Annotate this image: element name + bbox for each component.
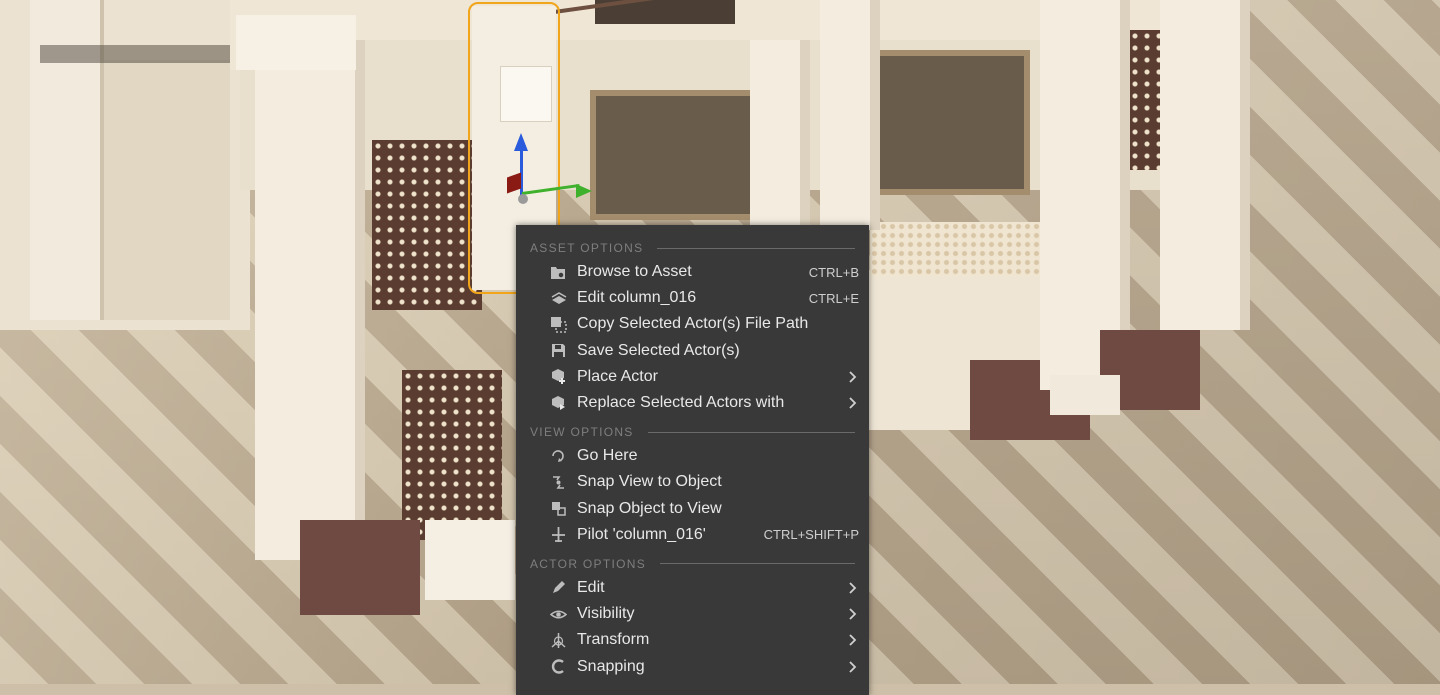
- menu-item-snap-object-to-view[interactable]: Snap Object to View: [516, 496, 869, 522]
- menu-item-label: Save Selected Actor(s): [577, 341, 740, 359]
- menu-item-shortcut: CTRL+B: [808, 264, 859, 280]
- menu-item-label: Edit column_016: [577, 289, 697, 307]
- building-window: [590, 90, 770, 220]
- menu-item-label: Visibility: [577, 605, 635, 623]
- go-here-icon: [549, 447, 567, 465]
- replace-actor-icon: [549, 394, 567, 412]
- menu-item-label: Replace Selected Actors with: [577, 394, 785, 412]
- pilot-icon: [549, 526, 567, 544]
- section-divider: [657, 247, 855, 249]
- menu-item-snap-view-to-object[interactable]: Snap View to Object: [516, 469, 869, 495]
- chevron-right-icon: [849, 397, 857, 409]
- menu-item-transform[interactable]: Transform: [516, 627, 869, 653]
- menu-item-label: Place Actor: [577, 367, 658, 385]
- lattice-band: [870, 222, 1040, 277]
- edit-mesh-icon: [549, 289, 567, 307]
- snap-view-icon: [549, 473, 567, 491]
- section-divider: [660, 563, 855, 565]
- menu-item-label: Go Here: [577, 447, 638, 465]
- menu-item-replace-selected[interactable]: Replace Selected Actors with: [516, 390, 869, 416]
- gizmo-center[interactable]: [518, 194, 528, 204]
- menu-item-label: Snap Object to View: [577, 499, 722, 517]
- pencil-icon: [549, 579, 567, 597]
- eye-icon: [549, 605, 567, 623]
- menu-item-pilot[interactable]: Pilot 'column_016' CTRL+SHIFT+P: [516, 522, 869, 548]
- menu-item-visibility[interactable]: Visibility: [516, 601, 869, 627]
- building-ledge: [40, 45, 240, 63]
- chevron-right-icon: [849, 608, 857, 620]
- section-asset-options: ASSET OPTIONS: [516, 237, 869, 259]
- menu-item-label: Snapping: [577, 657, 645, 675]
- menu-item-shortcut: CTRL+E: [808, 290, 859, 306]
- section-title: ACTOR OPTIONS: [530, 556, 647, 571]
- building-pillar: [750, 40, 810, 230]
- save-icon: [549, 342, 567, 360]
- menu-item-label: Transform: [577, 631, 650, 649]
- menu-item-label: Copy Selected Actor(s) File Path: [577, 315, 809, 333]
- planter: [425, 520, 515, 600]
- browse-folder-icon: [549, 263, 567, 281]
- menu-item-shortcut: CTRL+SHIFT+P: [763, 527, 859, 543]
- gizmo-y-arrow-icon[interactable]: [576, 184, 592, 198]
- chevron-right-icon: [849, 582, 857, 594]
- section-actor-options: ACTOR OPTIONS: [516, 553, 869, 575]
- menu-item-save-selected[interactable]: Save Selected Actor(s): [516, 338, 869, 364]
- transform-icon: [549, 631, 567, 649]
- building-pillar-base: [300, 520, 420, 615]
- section-title: ASSET OPTIONS: [530, 241, 644, 255]
- menu-item-edit-column[interactable]: Edit column_016 CTRL+E: [516, 285, 869, 311]
- menu-item-label: Edit: [577, 578, 605, 596]
- planter: [1050, 375, 1120, 415]
- snapping-icon: [549, 658, 567, 676]
- place-actor-icon: [549, 368, 567, 386]
- building-pillar: [820, 0, 880, 230]
- menu-item-place-actor[interactable]: Place Actor: [516, 364, 869, 390]
- menu-item-browse-to-asset[interactable]: Browse to Asset CTRL+B: [516, 259, 869, 285]
- chevron-right-icon: [849, 371, 857, 383]
- chevron-right-icon: [849, 660, 857, 673]
- building-pillar: [1160, 0, 1250, 330]
- section-view-options: VIEW OPTIONS: [516, 421, 869, 443]
- menu-item-copy-file-path[interactable]: Copy Selected Actor(s) File Path: [516, 311, 869, 337]
- building-pillar-cap: [236, 15, 356, 70]
- menu-item-label: Browse to Asset: [577, 263, 692, 281]
- menu-item-label: Snap View to Object: [577, 473, 722, 491]
- menu-item-snapping[interactable]: Snapping: [516, 653, 869, 679]
- menu-item-label: Pilot 'column_016': [577, 525, 706, 543]
- menu-item-edit[interactable]: Edit: [516, 575, 869, 601]
- chevron-right-icon: [849, 634, 857, 646]
- actor-context-menu: ASSET OPTIONS Browse to Asset CTRL+B Edi…: [516, 225, 869, 695]
- section-divider: [647, 431, 855, 433]
- lattice-screen: [372, 140, 482, 310]
- lattice-screen: [402, 370, 502, 540]
- section-title: VIEW OPTIONS: [530, 425, 634, 440]
- building-pillar: [255, 40, 365, 560]
- gizmo-z-arrow-icon[interactable]: [514, 133, 528, 151]
- snap-object-icon: [549, 500, 567, 518]
- building-window: [870, 50, 1030, 195]
- copy-path-icon: [549, 315, 567, 333]
- menu-item-go-here[interactable]: Go Here: [516, 443, 869, 469]
